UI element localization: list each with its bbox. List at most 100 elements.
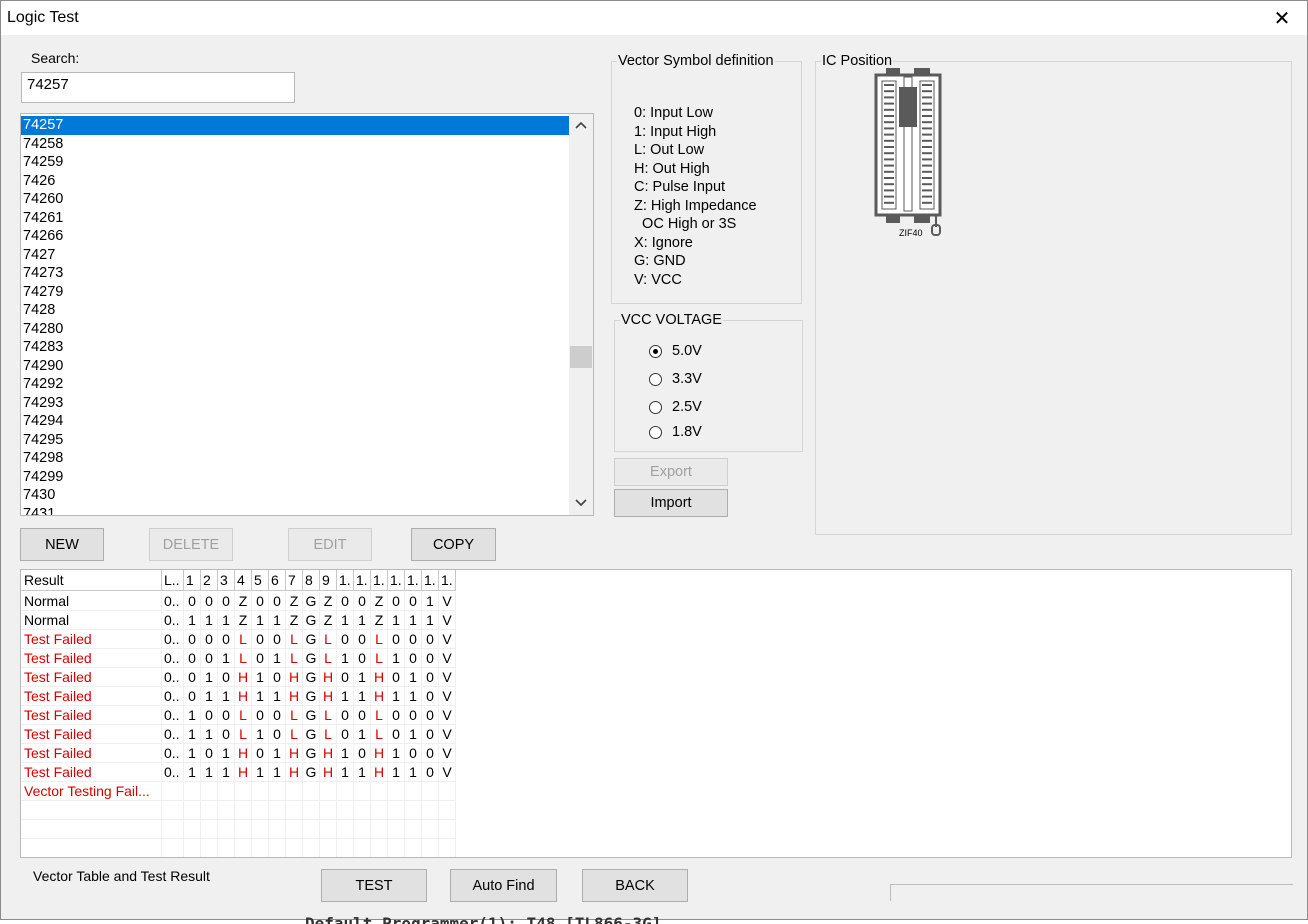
column-header-pin[interactable]: 3 [218, 570, 235, 591]
column-header-pin[interactable]: 2 [201, 570, 218, 591]
vector-cell: 1 [269, 763, 286, 782]
vector-cell: 1 [354, 763, 371, 782]
auto-find-button[interactable]: Auto Find [450, 869, 557, 902]
list-item[interactable]: 74295 [21, 431, 570, 450]
list-item[interactable]: 74259 [21, 153, 570, 172]
column-header-pin[interactable]: 1. [354, 570, 371, 591]
close-button[interactable]: ✕ [1265, 3, 1299, 33]
list-item[interactable]: 74266 [21, 227, 570, 246]
vector-cell: 0 [337, 668, 354, 687]
list-item[interactable]: 74257 [21, 116, 570, 135]
table-row[interactable]: Vector Testing Fail... [21, 782, 456, 801]
symbol-definition-line: 1: Input High [634, 123, 717, 140]
window-title: Logic Test [7, 9, 79, 26]
vcc-option-5-0v[interactable]: 5.0V [649, 343, 702, 359]
vector-cell: 0 [422, 687, 439, 706]
table-row[interactable]: Test Failed 0.. 0 1 0 H 1 0 H G H 0 1 H 0 1 0 V [21, 668, 456, 687]
list-item[interactable]: 74258 [21, 135, 570, 154]
list-item[interactable]: 7427 [21, 246, 570, 265]
column-header-pin[interactable]: 1. [405, 570, 422, 591]
scroll-up-button[interactable] [569, 114, 593, 136]
table-row[interactable]: Test Failed 0.. 1 1 1 H 1 1 H G H 1 1 H 1 1 0 V [21, 763, 456, 782]
search-input[interactable]: 74257 [21, 72, 295, 103]
table-row-empty [21, 839, 456, 857]
column-header-pin[interactable]: 1 [184, 570, 201, 591]
back-button[interactable]: BACK [582, 869, 688, 902]
device-list-scrollbar[interactable] [569, 114, 593, 515]
vector-cell: H [286, 763, 303, 782]
column-header-pin[interactable]: 7 [286, 570, 303, 591]
list-item[interactable]: 74292 [21, 375, 570, 394]
list-item[interactable]: 7426 [21, 172, 570, 191]
list-item[interactable]: 74261 [21, 209, 570, 228]
radio-button[interactable] [649, 400, 662, 414]
vector-cell [371, 782, 388, 801]
table-row[interactable]: Normal 0.. 0 0 0 Z 0 0 Z G Z 0 0 Z 0 0 1 V [21, 592, 456, 611]
radio-button[interactable] [649, 425, 662, 439]
radio-button[interactable] [649, 372, 662, 386]
column-header-pin[interactable]: 1. [422, 570, 439, 591]
empty-cell [269, 839, 286, 857]
vcc-option-3-3v[interactable]: 3.3V [649, 371, 702, 387]
table-row[interactable]: Normal 0.. 1 1 1 Z 1 1 Z G Z 1 1 Z 1 1 1 V [21, 611, 456, 630]
empty-cell [439, 801, 456, 820]
vector-symbol-list: 0: Input Low 1: Input High L: Out Low H: Ou… [634, 104, 757, 289]
list-item[interactable]: 74273 [21, 264, 570, 283]
table-row[interactable]: Test Failed 0.. 0 0 1 L 0 1 L G L 1 0 L 1 0 0 V [21, 649, 456, 668]
vector-cell: G [303, 725, 320, 744]
list-item[interactable]: 7431 [21, 505, 570, 516]
scroll-thumb[interactable] [570, 346, 592, 368]
table-row[interactable]: Test Failed 0.. 1 1 0 L 1 0 L G L 0 1 L 0 1 0 V [21, 725, 456, 744]
list-item[interactable]: 74283 [21, 338, 570, 357]
import-button[interactable]: Import [614, 489, 728, 517]
column-header-result[interactable]: Result [21, 570, 162, 591]
vector-cell: H [235, 763, 252, 782]
column-header-pin[interactable]: 1. [388, 570, 405, 591]
table-row[interactable]: Test Failed 0.. 0 0 0 L 0 0 L G L 0 0 L 0 0 0 V [21, 630, 456, 649]
copy-button[interactable]: COPY [411, 528, 496, 561]
vector-cell: Z [320, 611, 337, 630]
vcc-option-2-5v[interactable]: 2.5V [649, 399, 702, 415]
new-button[interactable]: NEW [20, 528, 104, 561]
vector-cell: 0 [184, 592, 201, 611]
column-header-pin[interactable]: 1. [337, 570, 354, 591]
export-button[interactable]: Export [614, 458, 728, 486]
delete-button[interactable]: DELETE [149, 528, 233, 561]
list-item[interactable]: 74260 [21, 190, 570, 209]
empty-cell [162, 820, 184, 839]
vector-results-table[interactable]: Result L.. 1 2 3 4 5 6 7 8 9 1. 1. 1. 1. 1. 1. 1. Normal 0… [20, 569, 1292, 858]
list-item[interactable]: 7430 [21, 486, 570, 505]
device-list[interactable]: 74257 74258 74259 7426 74260 74261 74266 7427 74… [20, 113, 594, 516]
table-row[interactable]: Test Failed 0.. 0 1 1 H 1 1 H G H 1 1 H 1 1 0 V [21, 687, 456, 706]
list-item[interactable]: 74280 [21, 320, 570, 339]
column-header-pin[interactable]: 8 [303, 570, 320, 591]
list-item[interactable]: 74294 [21, 412, 570, 431]
column-header-pin[interactable]: 1. [439, 570, 456, 591]
vector-cell: 0 [405, 649, 422, 668]
list-item[interactable]: 74299 [21, 468, 570, 487]
empty-cell [184, 820, 201, 839]
list-item[interactable]: 74293 [21, 394, 570, 413]
list-item[interactable]: 74298 [21, 449, 570, 468]
radio-button[interactable] [649, 344, 662, 358]
table-row[interactable]: Test Failed 0.. 1 0 0 L 0 0 L G L 0 0 L 0 0 0 V [21, 706, 456, 725]
vector-cell: 0 [252, 706, 269, 725]
list-item[interactable]: 74279 [21, 283, 570, 302]
column-header-pin[interactable]: 4 [235, 570, 252, 591]
vector-cell: 0 [252, 630, 269, 649]
column-header-pin[interactable]: 5 [252, 570, 269, 591]
column-header-pin[interactable]: 1. [371, 570, 388, 591]
column-header-pin[interactable]: 6 [269, 570, 286, 591]
result-cell: Test Failed [21, 763, 162, 782]
vcc-option-1-8v[interactable]: 1.8V [649, 424, 702, 440]
table-row[interactable]: Test Failed 0.. 1 0 1 H 0 1 H G H 1 0 H 1 0 0 V [21, 744, 456, 763]
column-header-pin[interactable]: L.. [162, 570, 184, 591]
list-item[interactable]: 74290 [21, 357, 570, 376]
empty-cell [218, 801, 235, 820]
list-item[interactable]: 7428 [21, 301, 570, 320]
edit-button[interactable]: EDIT [288, 528, 372, 561]
column-header-pin[interactable]: 9 [320, 570, 337, 591]
scroll-down-button[interactable] [569, 492, 593, 514]
result-cell: Test Failed [21, 725, 162, 744]
test-button[interactable]: TEST [321, 869, 427, 902]
